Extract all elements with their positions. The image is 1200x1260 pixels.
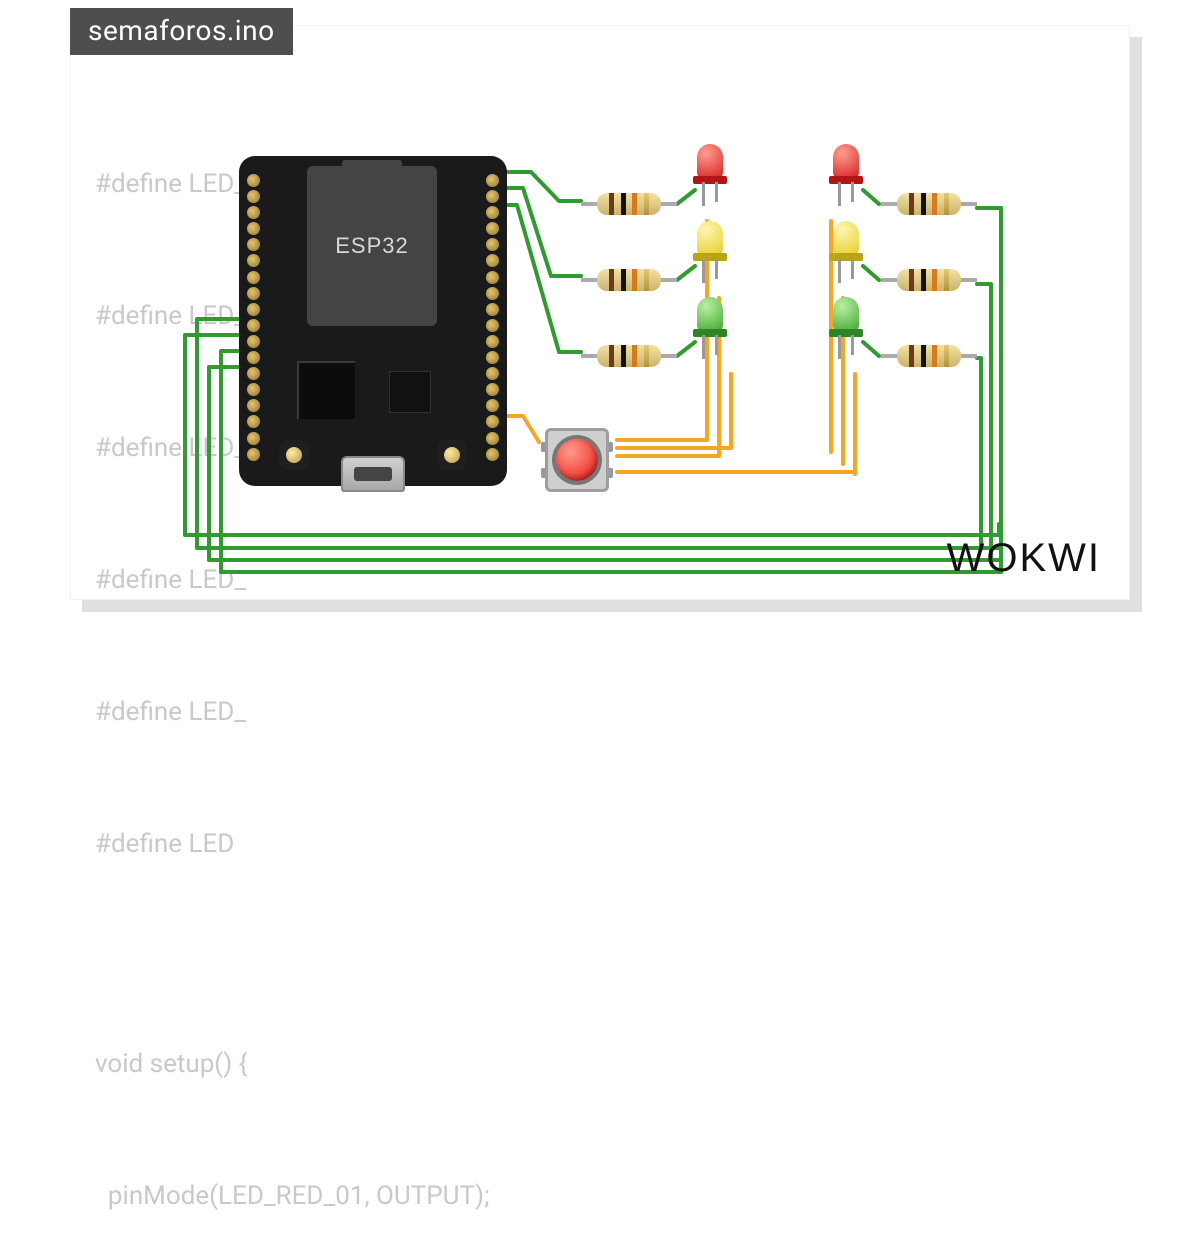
resistor[interactable] (581, 343, 677, 369)
resistor[interactable] (881, 191, 977, 217)
en-button[interactable] (279, 440, 309, 470)
led-red[interactable] (827, 144, 865, 200)
code-line: pinMode(LED_RED_01, OUTPUT); (95, 1174, 490, 1218)
code-line: void setup() { (95, 1042, 490, 1086)
usb-port-icon (341, 456, 405, 492)
project-card: #define LED_RED_01 23 #define LED_YEL_01… (70, 25, 1130, 600)
regulator-icon (297, 361, 355, 419)
brand-logo: WOKWI (947, 536, 1101, 581)
wires-layer (71, 26, 1131, 601)
boot-button[interactable] (437, 440, 467, 470)
resistor[interactable] (881, 267, 977, 293)
code-line: #define LED_ (95, 690, 490, 734)
resistor[interactable] (581, 191, 677, 217)
resistor[interactable] (581, 267, 677, 293)
led-yellow[interactable] (691, 221, 729, 277)
board-label: ESP32 (307, 166, 437, 326)
esp32-board[interactable]: ESP32 (239, 156, 507, 486)
filename-tab: semaforos.ino (70, 8, 293, 55)
pin-header-left[interactable] (247, 174, 260, 464)
chip-icon (389, 371, 431, 413)
pin-header-right[interactable] (486, 174, 499, 464)
resistor[interactable] (881, 343, 977, 369)
led-green[interactable] (691, 297, 729, 353)
circuit-diagram[interactable]: ESP32 (71, 26, 1129, 599)
led-yellow[interactable] (827, 221, 865, 277)
led-red[interactable] (691, 144, 729, 200)
led-green[interactable] (827, 297, 865, 353)
code-line: #define LED (95, 822, 490, 866)
push-button[interactable] (539, 422, 615, 498)
